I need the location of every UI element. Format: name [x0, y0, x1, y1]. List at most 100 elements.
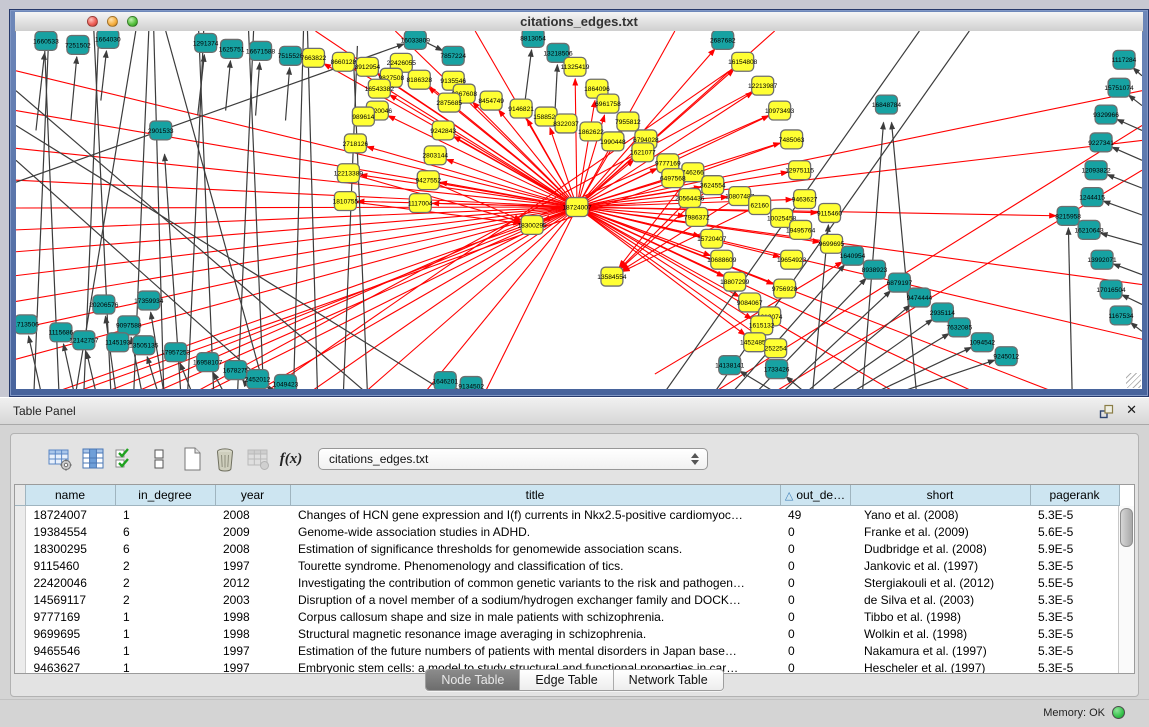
table-cell[interactable]: 5.5E-5	[1030, 574, 1119, 591]
table-cell[interactable]: de Silva et al. (2003)	[850, 591, 1030, 608]
table-cell[interactable]: 9699695	[25, 625, 115, 642]
table-select-dropdown[interactable]: citations_edges.txt	[318, 448, 708, 470]
column-header-short[interactable]: short	[850, 485, 1030, 506]
table-row[interactable]: 1938455462009Genome-wide association stu…	[15, 523, 1119, 540]
memory-status-indicator[interactable]	[1112, 706, 1125, 719]
graph-node[interactable]: 989614	[352, 107, 374, 126]
table-cell[interactable]: Nakamura et al. (1997)	[850, 642, 1030, 659]
graph-node[interactable]: 7251502	[65, 35, 91, 54]
table-cell[interactable]: Tibbo et al. (1998)	[850, 608, 1030, 625]
table-cell[interactable]: Wolkin et al. (1998)	[850, 625, 1030, 642]
graph-node[interactable]: 1615132	[749, 316, 775, 335]
graph-node[interactable]: 10688609	[707, 250, 737, 269]
column-header-outde[interactable]: △out_de…	[780, 485, 850, 506]
table-cell[interactable]: 5.3E-5	[1030, 506, 1119, 524]
graph-node[interactable]: 16671588	[246, 41, 276, 60]
graph-node[interactable]: 18807299	[720, 272, 750, 291]
table-cell[interactable]: 0	[780, 557, 850, 574]
network-canvas[interactable]: 1660533725150216640301291374162575116671…	[16, 31, 1142, 389]
table-row[interactable]: 911546021997Tourette syndrome. Phenomeno…	[15, 557, 1119, 574]
table-cell[interactable]: 1997	[215, 642, 290, 659]
graph-node[interactable]: 18724007	[562, 198, 592, 217]
close-icon[interactable]: ✕	[1126, 403, 1137, 419]
graph-node[interactable]: 8322037	[553, 114, 579, 133]
table-cell[interactable]: 1998	[215, 625, 290, 642]
graph-node[interactable]: 2875685	[436, 93, 462, 112]
graph-node[interactable]: 8215958	[1055, 207, 1081, 226]
tab-network-table[interactable]: Network Table	[613, 670, 723, 690]
graph-node[interactable]: 6879197	[887, 273, 913, 292]
graph-node[interactable]: 1990448	[600, 132, 626, 151]
graph-node[interactable]: 8912954	[355, 57, 381, 76]
graph-node[interactable]: 7955812	[615, 112, 641, 131]
table-cell[interactable]: 5.3E-5	[1030, 625, 1119, 642]
table-cell[interactable]: Estimation of significance thresholds fo…	[290, 540, 780, 557]
graph-node[interactable]: 1733426	[764, 360, 790, 379]
graph-node[interactable]: 1664030	[95, 31, 121, 48]
row-options-icon[interactable]	[144, 444, 174, 474]
table-cell[interactable]: Tourette syndrome. Phenomenology and cla…	[290, 557, 780, 574]
table-scrollbar[interactable]	[1118, 506, 1134, 673]
table-cell[interactable]: 0	[780, 625, 850, 642]
graph-node[interactable]: 1660533	[33, 31, 59, 50]
graph-node[interactable]: 13992071	[1087, 250, 1117, 269]
table-cell[interactable]: Investigating the contribution of common…	[290, 574, 780, 591]
graph-node[interactable]: 8813054	[520, 31, 546, 47]
table-cell[interactable]: 0	[780, 642, 850, 659]
graph-node[interactable]: 1621077	[630, 143, 656, 162]
column-header-indegree[interactable]: in_degree	[115, 485, 215, 506]
graph-node[interactable]: 12093822	[1081, 161, 1111, 180]
graph-node[interactable]: 19495764	[786, 220, 816, 239]
graph-node[interactable]: 1640954	[840, 246, 866, 265]
table-row[interactable]: 1830029562008Estimation of significance …	[15, 540, 1119, 557]
table-cell[interactable]: 9465546	[25, 642, 115, 659]
graph-node[interactable]: 1049423	[273, 375, 299, 389]
graph-node[interactable]: 12975115	[785, 161, 814, 180]
column-header-title[interactable]: title	[290, 485, 780, 506]
table-cell[interactable]: Estimation of the future numbers of pati…	[290, 642, 780, 659]
table-cell[interactable]: 6	[115, 523, 215, 540]
table-cell[interactable]: 2008	[215, 540, 290, 557]
graph-node[interactable]: 12142757	[69, 331, 99, 350]
table-cell[interactable]: Franke et al. (2009)	[850, 523, 1030, 540]
graph-node[interactable]: 2452012	[245, 370, 271, 389]
graph-node[interactable]: 62160	[749, 196, 771, 215]
table-cell[interactable]: 1998	[215, 608, 290, 625]
show-columns-icon[interactable]	[78, 444, 108, 474]
table-cell[interactable]: Corpus callosum shape and size in male p…	[290, 608, 780, 625]
graph-node[interactable]: 20206576	[89, 295, 119, 314]
graph-node[interactable]: 1810755	[333, 192, 359, 211]
graph-node[interactable]: 9146821	[508, 99, 534, 118]
table-cell[interactable]: 5.9E-5	[1030, 540, 1119, 557]
table-cell[interactable]: 18724007	[25, 506, 115, 524]
select-rows-icon[interactable]	[111, 444, 141, 474]
table-cell[interactable]: 5.3E-5	[1030, 642, 1119, 659]
graph-node[interactable]: 16033809	[401, 31, 431, 49]
table-cell[interactable]: 49	[780, 506, 850, 524]
column-header-year[interactable]: year	[215, 485, 290, 506]
graph-node[interactable]: 1625751	[219, 39, 245, 58]
tab-edge-table[interactable]: Edge Table	[519, 670, 612, 690]
delete-table-icon[interactable]	[210, 444, 240, 474]
graph-node[interactable]: 19654923	[777, 250, 807, 269]
table-cell[interactable]: 0	[780, 523, 850, 540]
graph-node[interactable]: 1117284	[1112, 50, 1137, 69]
table-row[interactable]: 946554611997Estimation of the future num…	[15, 642, 1119, 659]
graph-node[interactable]: 11325419	[561, 57, 590, 76]
graph-node[interactable]: 16543382	[365, 79, 395, 98]
graph-node[interactable]: 16958107	[193, 353, 223, 372]
graph-node[interactable]: 2718126	[343, 134, 369, 153]
tab-node-table[interactable]: Node Table	[426, 670, 519, 690]
table-cell[interactable]: 1	[115, 506, 215, 524]
table-cell[interactable]: 22420046	[25, 574, 115, 591]
graph-node[interactable]: 8454749	[478, 91, 504, 110]
table-cell[interactable]: 1997	[215, 557, 290, 574]
column-settings-icon[interactable]	[45, 444, 75, 474]
table-cell[interactable]: Jankovic et al. (1997)	[850, 557, 1030, 574]
table-scrollbar-thumb[interactable]	[1120, 508, 1133, 547]
graph-node[interactable]: 7485063	[779, 130, 805, 149]
table-cell[interactable]: 0	[780, 591, 850, 608]
graph-node[interactable]: 9134502	[458, 377, 484, 389]
table-cell[interactable]: 0	[780, 574, 850, 591]
graph-node[interactable]: 2901533	[148, 121, 174, 140]
